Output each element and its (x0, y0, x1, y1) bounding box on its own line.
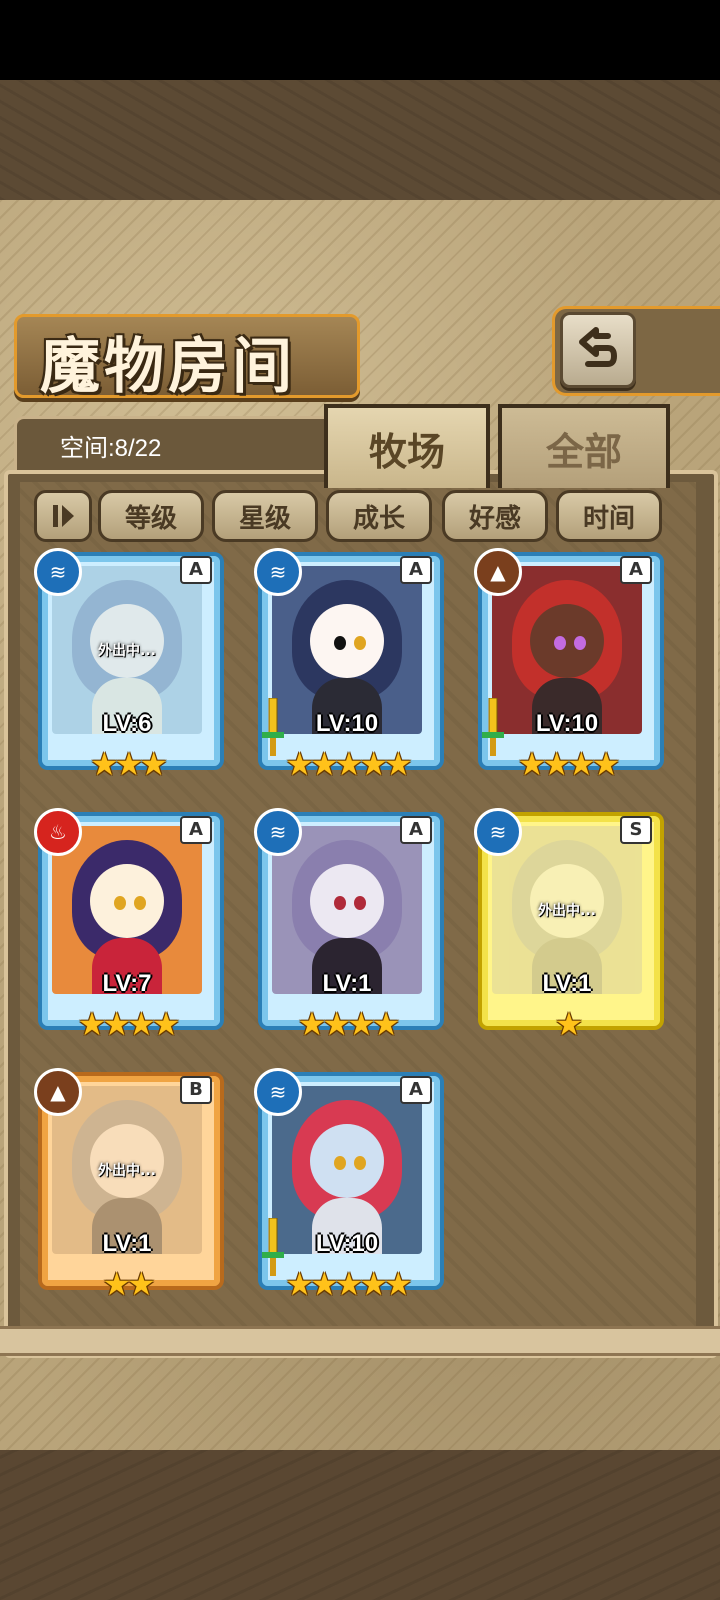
monster-card[interactable]: ♨ A LV:7 ★★★★ (34, 808, 224, 1044)
monster-card[interactable]: ▲ B 外出中... LV:1 ★★ (34, 1068, 224, 1304)
star-rating: ★★ (102, 1265, 155, 1303)
monster-portrait (272, 826, 422, 994)
monster-portrait (492, 566, 642, 734)
back-button[interactable] (560, 312, 636, 388)
water-element-icon: ≋ (254, 1068, 302, 1116)
monster-portrait (272, 566, 422, 734)
earth-element-icon: ▲ (474, 548, 522, 596)
sort-affection-button[interactable]: 好感 (442, 490, 548, 542)
tab-ranch[interactable]: 牧场 (324, 404, 490, 488)
space-counter: 空间:8/22 (60, 435, 162, 462)
away-status: 外出中... (538, 903, 596, 919)
monster-card[interactable]: ≋ S 外出中... LV:1 ★ (474, 808, 664, 1044)
rank-badge: A (400, 1076, 432, 1104)
rank-badge: A (180, 556, 212, 584)
level-label: LV:6 (102, 710, 152, 737)
star-rating: ★★★★ (517, 745, 621, 783)
rank-badge: S (620, 816, 652, 844)
rank-badge: A (400, 556, 432, 584)
star-rating: ★ (554, 1005, 584, 1043)
rank-badge: B (180, 1076, 212, 1104)
monster-card[interactable]: ≋ A LV:10 ★★★★★ (254, 1068, 444, 1304)
level-label: LV:1 (542, 970, 592, 997)
star-rating: ★★★★★ (285, 745, 412, 783)
monster-portrait (52, 826, 202, 994)
level-label: LV:10 (315, 710, 379, 737)
monster-card[interactable]: ≋ A LV:1 ★★★★ (254, 808, 444, 1044)
rank-badge: A (180, 816, 212, 844)
away-status: 外出中... (98, 1163, 156, 1179)
sort-level-button[interactable]: 等级 (98, 490, 204, 542)
sort-star-button[interactable]: 星级 (212, 490, 318, 542)
water-element-icon: ≋ (474, 808, 522, 856)
monster-portrait (272, 1086, 422, 1254)
water-element-icon: ≋ (34, 548, 82, 596)
star-rating: ★★★ (89, 745, 168, 783)
sort-direction-icon (53, 505, 74, 527)
tab-all[interactable]: 全部 (498, 404, 670, 488)
monster-card[interactable]: ≋ A 外出中... LV:6 ★★★ (34, 548, 224, 784)
background-bottom (0, 1450, 720, 1600)
page-title: 魔物房间 (40, 332, 296, 402)
star-rating: ★★★★★ (285, 1265, 412, 1303)
water-element-icon: ≋ (254, 808, 302, 856)
background-top (0, 80, 720, 200)
fire-element-icon: ♨ (34, 808, 82, 856)
monster-card[interactable]: ≋ A LV:10 ★★★★★ (254, 548, 444, 784)
level-label: LV:7 (102, 970, 152, 997)
level-label: LV:10 (315, 1230, 379, 1257)
return-icon (579, 327, 617, 367)
level-label: LV:1 (102, 1230, 152, 1257)
star-rating: ★★★★ (77, 1005, 181, 1043)
status-bar (0, 0, 720, 80)
star-rating: ★★★★ (297, 1005, 401, 1043)
earth-element-icon: ▲ (34, 1068, 82, 1116)
away-status: 外出中... (98, 643, 156, 659)
panel-bottom-border (0, 1326, 720, 1356)
rank-badge: A (620, 556, 652, 584)
level-label: LV:10 (535, 710, 599, 737)
monster-card[interactable]: ▲ A LV:10 ★★★★ (474, 548, 664, 784)
sort-growth-button[interactable]: 成长 (326, 490, 432, 542)
sort-order-toggle[interactable] (34, 490, 92, 542)
water-element-icon: ≋ (254, 548, 302, 596)
rank-badge: A (400, 816, 432, 844)
level-label: LV:1 (322, 970, 372, 997)
sort-time-button[interactable]: 时间 (556, 490, 662, 542)
